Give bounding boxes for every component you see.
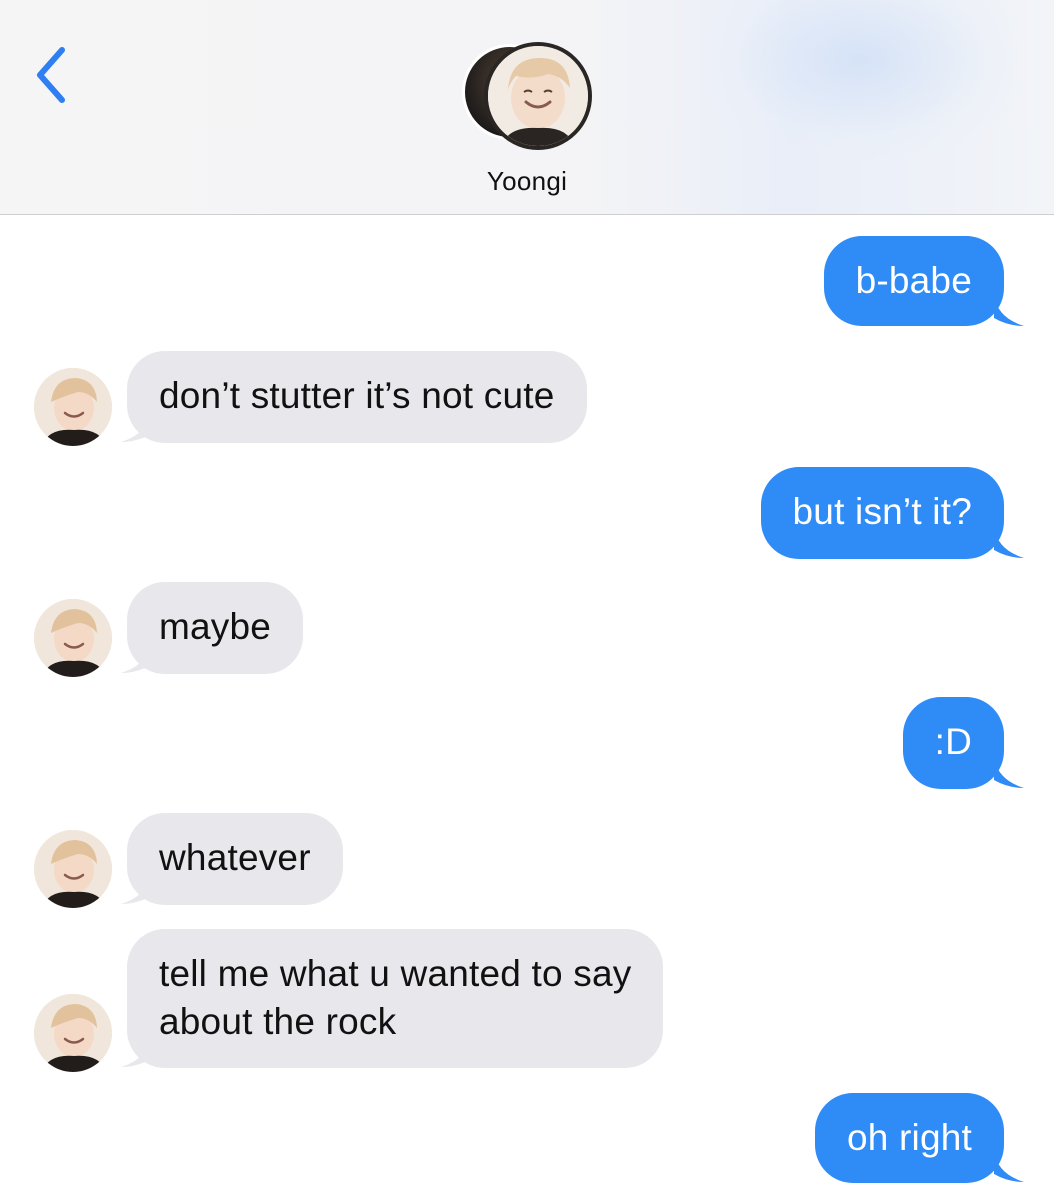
received-bubble-tail bbox=[121, 874, 151, 904]
conversation-header: Yoongi bbox=[0, 0, 1054, 215]
sent-bubble-tail bbox=[994, 528, 1024, 558]
sent-message-bubble[interactable]: oh right bbox=[814, 1093, 1004, 1183]
received-message-bubble[interactable]: whatever bbox=[127, 813, 343, 905]
message-text: :D bbox=[934, 721, 972, 762]
message-text: whatever bbox=[159, 837, 311, 878]
sender-avatar[interactable] bbox=[34, 368, 112, 446]
sent-bubble-tail bbox=[994, 296, 1024, 326]
received-message-bubble[interactable]: tell me what u wanted to say about the r… bbox=[127, 929, 664, 1068]
received-bubble-tail bbox=[121, 412, 151, 442]
chevron-left-icon bbox=[37, 47, 65, 103]
sender-avatar[interactable] bbox=[34, 994, 112, 1072]
contact-avatar-group[interactable] bbox=[462, 42, 592, 150]
received-bubble-tail bbox=[121, 1037, 151, 1067]
message-text: b-babe bbox=[855, 260, 972, 301]
message-text-line: tell me what u wanted to say bbox=[159, 953, 632, 994]
contact-avatar bbox=[484, 42, 592, 150]
sent-message-bubble[interactable]: but isn’t it? bbox=[760, 467, 1004, 559]
received-message-bubble[interactable]: maybe bbox=[127, 582, 304, 674]
message-text: but isn’t it? bbox=[792, 491, 972, 532]
back-button[interactable] bbox=[26, 40, 76, 110]
sent-bubble-tail bbox=[994, 1152, 1024, 1182]
sent-message-bubble[interactable]: b-babe bbox=[823, 236, 1004, 326]
received-bubble-tail bbox=[121, 643, 151, 673]
sender-avatar[interactable] bbox=[34, 830, 112, 908]
contact-name[interactable]: Yoongi bbox=[0, 166, 1054, 197]
message-text-line: about the rock bbox=[159, 1001, 397, 1042]
message-text: oh right bbox=[846, 1117, 972, 1158]
message-text: don’t stutter it’s not cute bbox=[159, 375, 555, 416]
sent-bubble-tail bbox=[994, 758, 1024, 788]
sender-avatar[interactable] bbox=[34, 599, 112, 677]
sent-message-bubble[interactable]: :D bbox=[902, 697, 1004, 789]
message-text: maybe bbox=[159, 606, 272, 647]
received-message-bubble[interactable]: don’t stutter it’s not cute bbox=[127, 351, 587, 443]
